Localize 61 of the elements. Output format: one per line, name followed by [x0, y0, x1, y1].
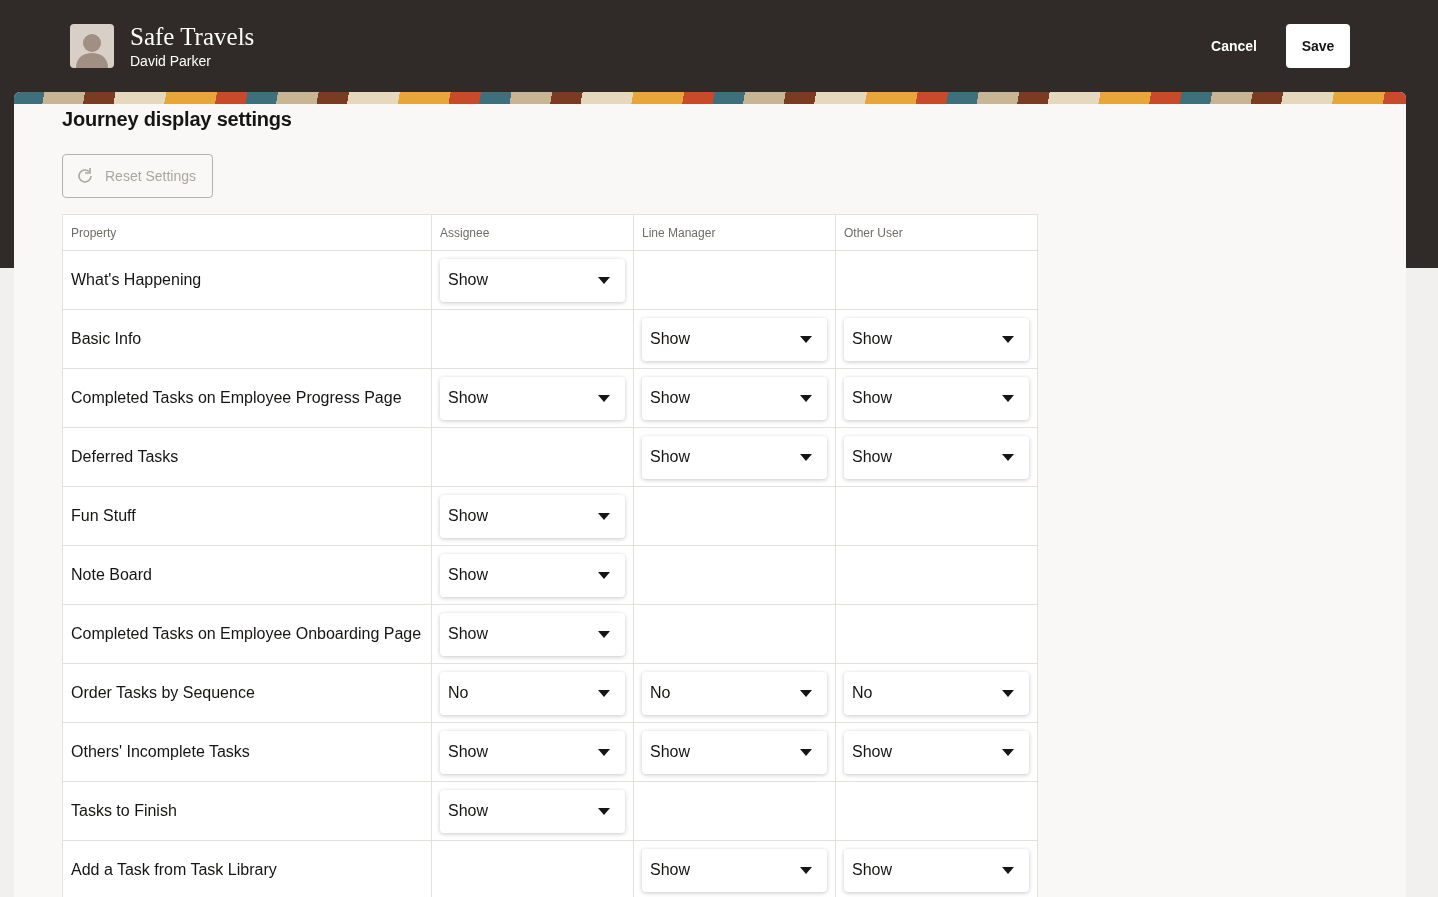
caret-down-icon [1002, 335, 1014, 343]
column-header: Property [62, 214, 432, 251]
dropdown[interactable]: Show [440, 612, 625, 656]
dropdown[interactable]: Show [642, 435, 827, 479]
dropdown[interactable]: Show [642, 376, 827, 420]
dropdown[interactable]: Show [440, 789, 625, 833]
dropdown[interactable]: Show [440, 730, 625, 774]
dropdown[interactable]: Show [440, 553, 625, 597]
caret-down-icon [598, 512, 610, 520]
caret-down-icon [800, 748, 812, 756]
caret-down-icon [598, 276, 610, 284]
caret-down-icon [598, 748, 610, 756]
dropdown[interactable]: No [844, 671, 1029, 715]
caret-down-icon [598, 571, 610, 579]
caret-down-icon [800, 394, 812, 402]
caret-down-icon [1002, 394, 1014, 402]
caret-down-icon [1002, 689, 1014, 697]
cancel-button[interactable]: Cancel [1195, 26, 1273, 66]
property-cell: Tasks to Finish [62, 781, 432, 841]
property-cell: Order Tasks by Sequence [62, 663, 432, 723]
caret-down-icon [800, 335, 812, 343]
property-cell: Note Board [62, 545, 432, 605]
dropdown[interactable]: No [440, 671, 625, 715]
caret-down-icon [598, 394, 610, 402]
property-cell: Fun Stuff [62, 486, 432, 546]
caret-down-icon [800, 866, 812, 874]
dropdown[interactable]: Show [642, 848, 827, 892]
property-cell: What's Happening [62, 250, 432, 310]
column-header: Assignee [431, 214, 634, 251]
user-name: David Parker [130, 53, 212, 69]
dropdown[interactable]: Show [844, 435, 1029, 479]
dropdown[interactable]: Show [844, 848, 1029, 892]
caret-down-icon [598, 630, 610, 638]
caret-down-icon [800, 689, 812, 697]
property-cell: Completed Tasks on Employee Progress Page [62, 368, 432, 428]
dropdown[interactable]: Show [440, 376, 625, 420]
dropdown[interactable]: Show [642, 730, 827, 774]
caret-down-icon [800, 453, 812, 461]
caret-down-icon [1002, 453, 1014, 461]
refresh-icon [75, 166, 95, 186]
page-heading: Journey display settings [62, 107, 293, 132]
property-cell: Completed Tasks on Employee Onboarding Page [62, 604, 432, 664]
caret-down-icon [598, 807, 610, 815]
column-header: Other User [835, 214, 1038, 251]
dropdown[interactable]: Show [844, 376, 1029, 420]
app-title: Safe Travels [130, 23, 255, 51]
save-button[interactable]: Save [1286, 24, 1350, 68]
dropdown[interactable]: Show [642, 317, 827, 361]
caret-down-icon [1002, 866, 1014, 874]
column-header: Line Manager [633, 214, 836, 251]
dropdown[interactable]: Show [440, 494, 625, 538]
property-cell: Others' Incomplete Tasks [62, 722, 432, 782]
dropdown[interactable]: Show [440, 258, 625, 302]
dropdown[interactable]: No [642, 671, 827, 715]
property-cell: Deferred Tasks [62, 427, 432, 487]
dropdown[interactable]: Show [844, 730, 1029, 774]
property-cell: Add a Task from Task Library [62, 840, 432, 897]
caret-down-icon [598, 689, 610, 697]
caret-down-icon [1002, 748, 1014, 756]
property-cell: Basic Info [62, 309, 432, 369]
dropdown[interactable]: Show [844, 317, 1029, 361]
